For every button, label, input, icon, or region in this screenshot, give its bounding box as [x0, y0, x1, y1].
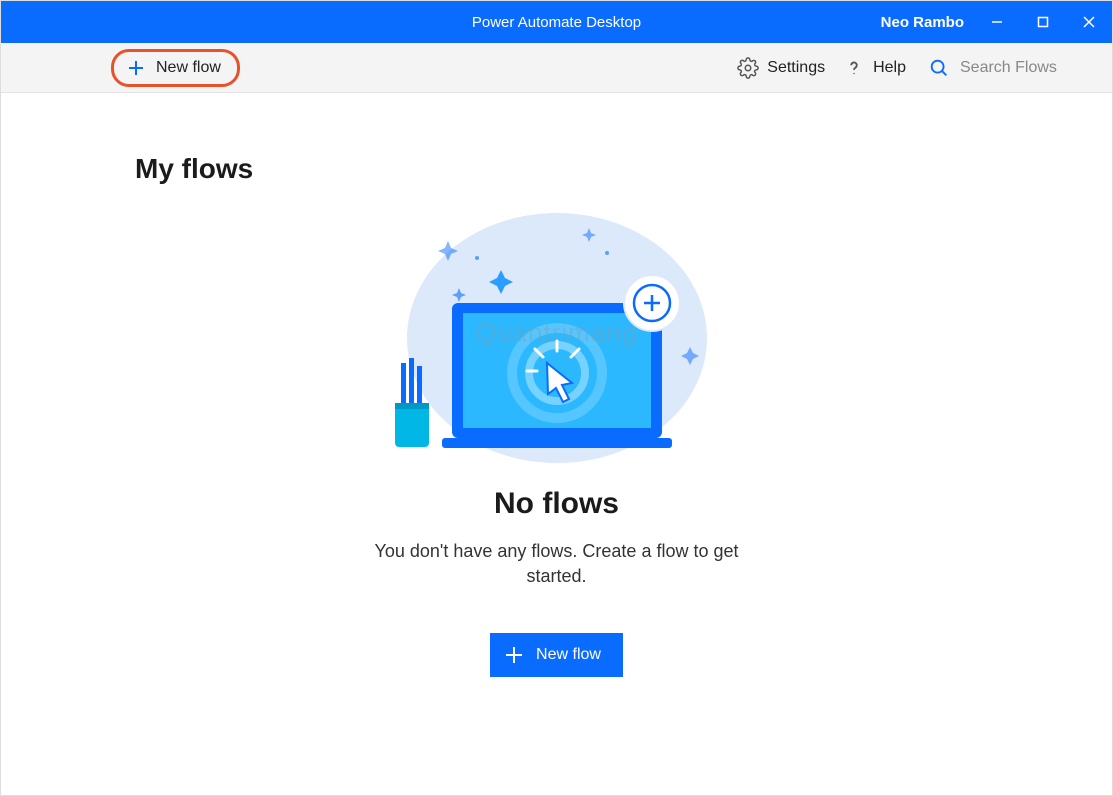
close-button[interactable]: [1066, 1, 1112, 43]
settings-label: Settings: [767, 59, 825, 77]
question-icon: [843, 57, 865, 79]
empty-state-title: No flows: [494, 487, 619, 521]
close-icon: [1082, 15, 1096, 29]
title-bar: Power Automate Desktop Neo Rambo: [1, 1, 1112, 43]
app-window: Power Automate Desktop Neo Rambo New flo…: [0, 0, 1113, 796]
window-controls: [974, 1, 1112, 43]
new-flow-button-toolbar[interactable]: New flow: [111, 49, 240, 87]
toolbar-left: New flow: [1, 49, 240, 87]
user-name[interactable]: Neo Rambo: [881, 14, 964, 31]
help-label: Help: [873, 59, 906, 77]
plus-icon: [126, 58, 146, 78]
empty-state-subtitle: You don't have any flows. Create a flow …: [367, 539, 747, 589]
plus-icon: [504, 645, 524, 665]
maximize-icon: [1036, 15, 1050, 29]
search-icon: [928, 57, 950, 79]
gear-icon: [737, 57, 759, 79]
search-input[interactable]: [960, 59, 1100, 77]
toolbar-right: Settings Help: [737, 57, 1100, 79]
new-flow-button-label: New flow: [536, 646, 601, 664]
minimize-button[interactable]: [974, 1, 1020, 43]
new-flow-button-main[interactable]: New flow: [490, 633, 623, 677]
settings-button[interactable]: Settings: [737, 57, 825, 79]
app-title: Power Automate Desktop: [472, 14, 641, 31]
main-content: My flows: [1, 93, 1112, 795]
new-flow-label: New flow: [156, 59, 221, 77]
page-title: My flows: [135, 153, 992, 185]
help-button[interactable]: Help: [843, 57, 906, 79]
maximize-button[interactable]: [1020, 1, 1066, 43]
search-flows[interactable]: [924, 57, 1100, 79]
minimize-icon: [990, 15, 1004, 29]
empty-state: Quantrimang No flows You don't have any …: [307, 203, 807, 677]
empty-illustration: Quantrimang: [387, 203, 727, 463]
toolbar: New flow Settings Help: [1, 43, 1112, 93]
